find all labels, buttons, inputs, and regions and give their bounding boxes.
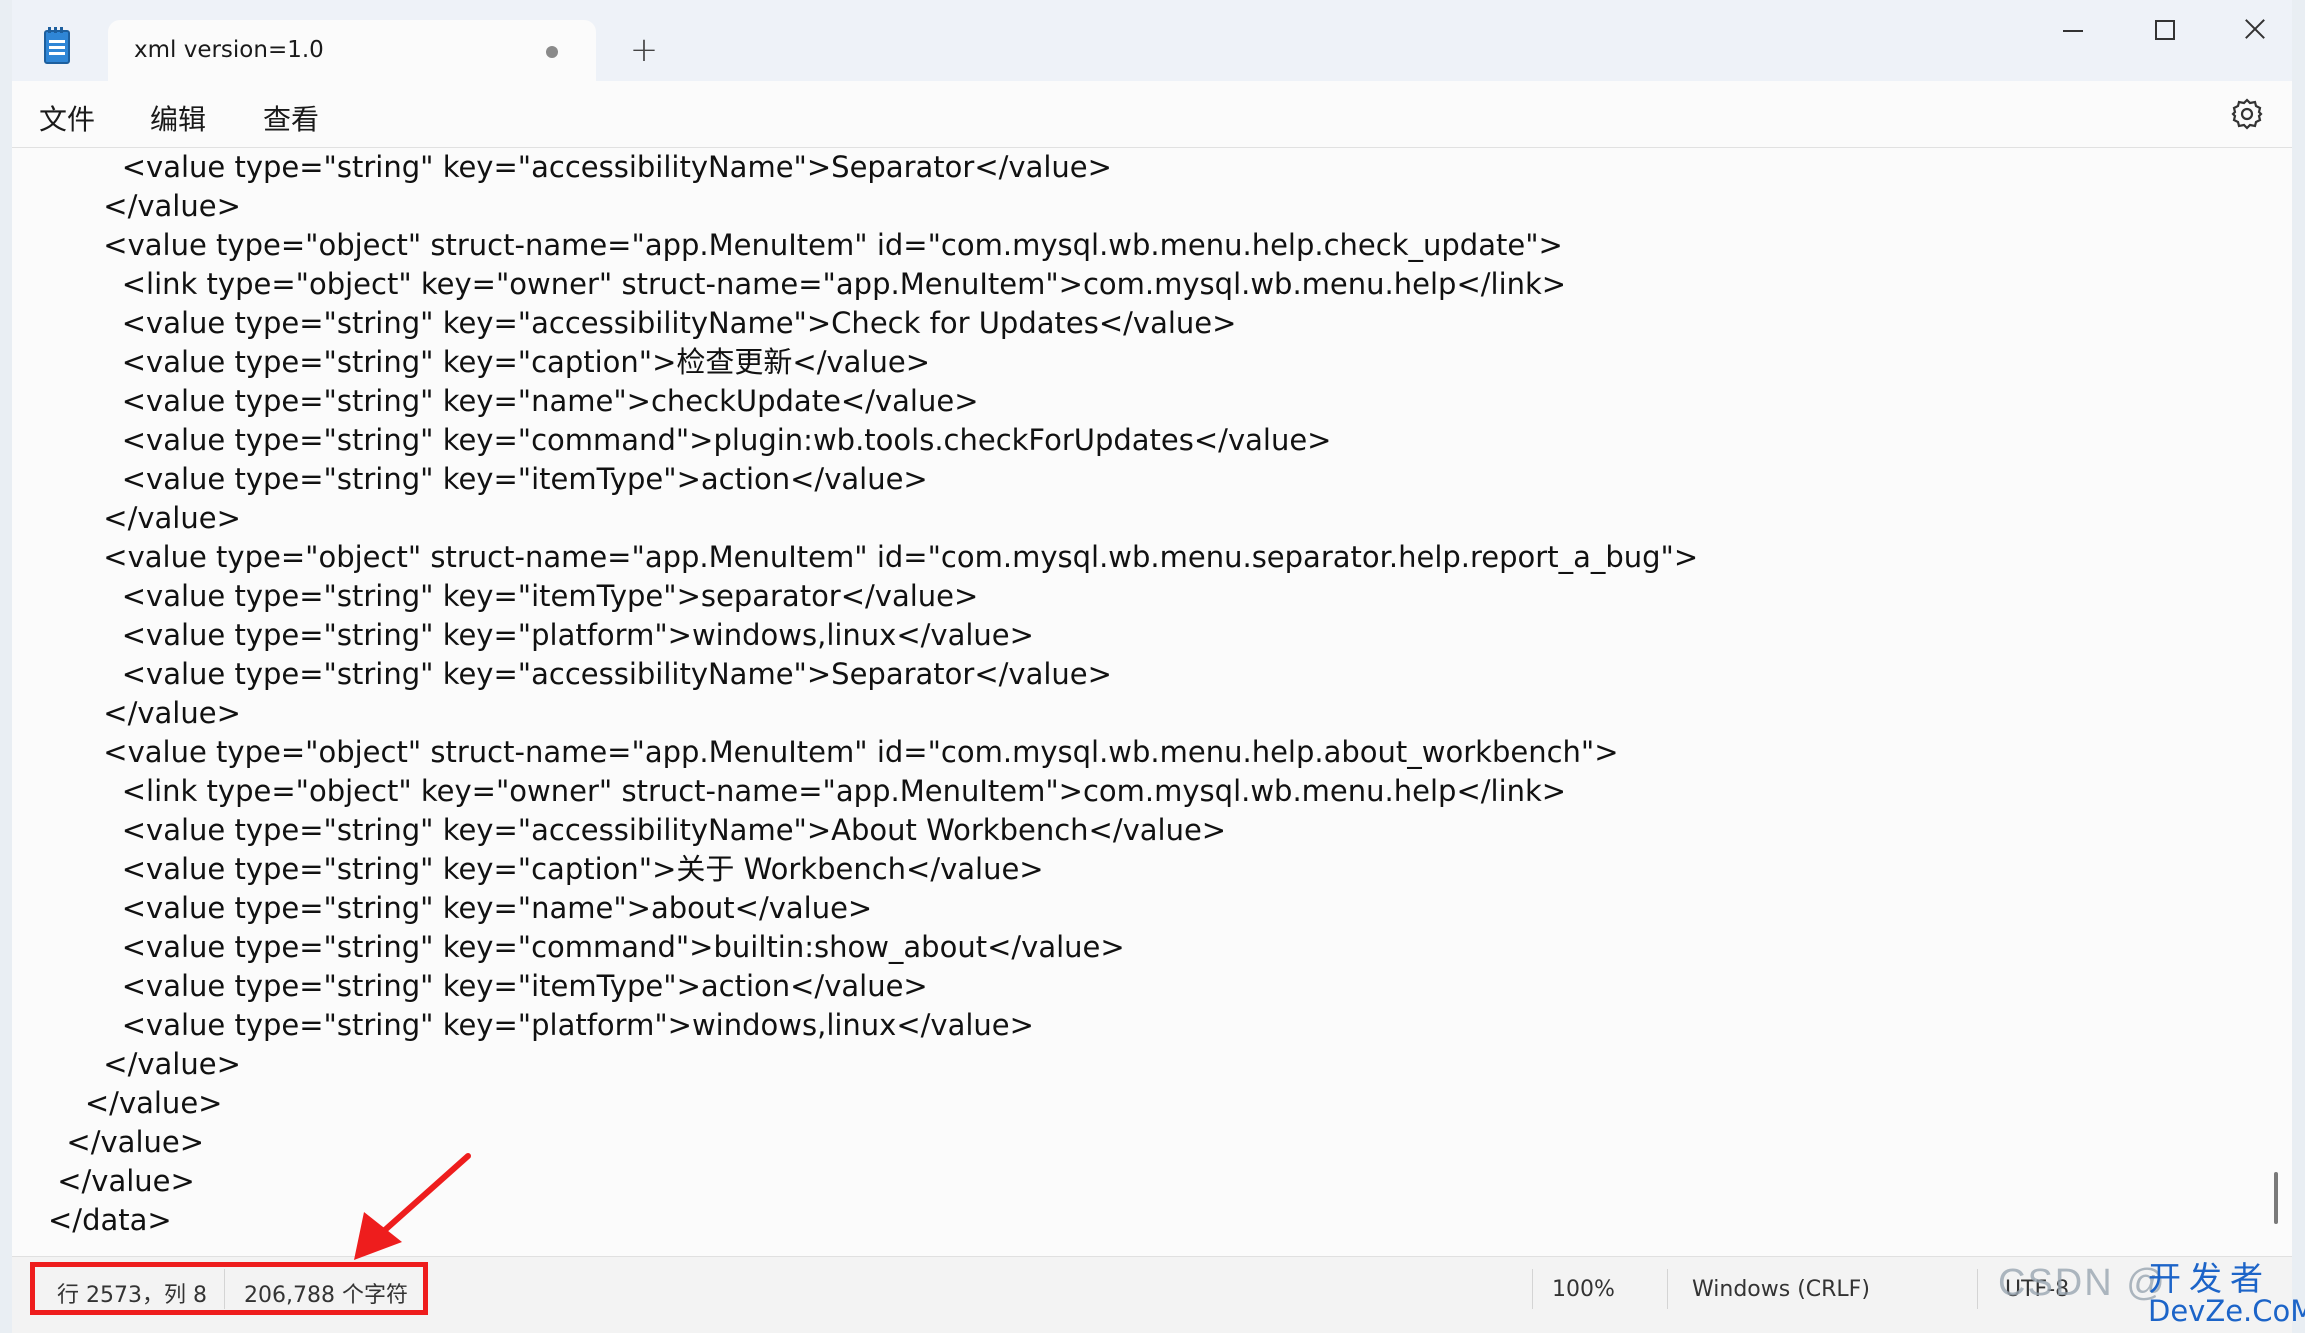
code-line: </value> [48, 696, 241, 730]
code-line: <value type="string" key="accessibilityN… [48, 150, 1112, 184]
code-line: <link type="object" key="owner" struct-n… [48, 267, 1567, 301]
code-line: <value type="object" struct-name="app.Me… [48, 228, 1563, 262]
code-line: <value type="string" key="caption">关于 Wo… [48, 852, 1044, 886]
code-line: <link type="object" key="owner" struct-n… [48, 774, 1567, 808]
zoom-level[interactable]: 100% [1552, 1277, 1615, 1302]
watermark-brand-logo: 开发者 DevZe.CoM [2148, 1259, 2305, 1328]
watermark-csdn: CSDN @ [1998, 1262, 2167, 1304]
code-line: <value type="object" struct-name="app.Me… [48, 540, 1699, 574]
close-button[interactable] [2226, 10, 2286, 50]
code-line: <value type="string" key="name">checkUpd… [48, 384, 979, 418]
code-line: <value type="string" key="itemType">acti… [48, 462, 928, 496]
code-line: <value type="string" key="platform">wind… [48, 1008, 1034, 1042]
code-line: <value type="string" key="accessibilityN… [48, 657, 1112, 691]
code-line: <value type="string" key="caption">检查更新<… [48, 345, 930, 379]
annotation-highlight-box [30, 1262, 428, 1315]
status-divider [1532, 1269, 1533, 1309]
code-line: <value type="string" key="name">about</v… [48, 891, 873, 925]
maximize-button[interactable] [2134, 10, 2194, 50]
title-bar: xml version=1.0 + [12, 0, 2292, 81]
watermark-brand-cn: 开发者 [2148, 1259, 2271, 1298]
annotation-arrow-icon [354, 1153, 471, 1260]
code-line: <value type="string" key="command">built… [48, 930, 1125, 964]
code-line: </value> [48, 501, 241, 535]
vertical-scrollbar[interactable] [2274, 1172, 2278, 1224]
code-line: <value type="string" key="accessibilityN… [48, 813, 1227, 847]
tab-title: xml version=1.0 [134, 37, 324, 63]
gear-icon[interactable] [2227, 94, 2267, 134]
unsaved-dot-icon[interactable] [546, 46, 558, 58]
new-tab-button[interactable]: + [624, 30, 664, 70]
text-editor[interactable]: <value type="string" key="accessibilityN… [12, 148, 2292, 1256]
code-line: </data> [48, 1203, 172, 1237]
code-line: </value> [48, 1086, 223, 1120]
notepad-window: xml version=1.0 + 文件 编辑 查看 <value type="… [12, 0, 2292, 1333]
code-line: </value> [48, 189, 241, 223]
code-line: <value type="string" key="accessibilityN… [48, 306, 1237, 340]
code-line: <value type="string" key="itemType">acti… [48, 969, 928, 1003]
notepad-icon [44, 27, 70, 64]
code-line: </value> [48, 1047, 241, 1081]
menu-edit[interactable]: 编辑 [150, 98, 206, 138]
watermark-brand-en: DevZe.CoM [2148, 1294, 2305, 1328]
code-line: <value type="string" key="platform">wind… [48, 618, 1034, 652]
status-divider [1977, 1269, 1978, 1309]
code-line: <value type="string" key="command">plugi… [48, 423, 1332, 457]
line-ending[interactable]: Windows (CRLF) [1692, 1277, 1870, 1302]
menu-file[interactable]: 文件 [39, 98, 95, 138]
minimize-button[interactable] [2042, 10, 2102, 50]
code-line: </value> [48, 1125, 205, 1159]
status-divider [1667, 1269, 1668, 1309]
code-line: <value type="string" key="itemType">sepa… [48, 579, 979, 613]
tab-document[interactable]: xml version=1.0 [108, 20, 596, 81]
menu-view[interactable]: 查看 [263, 98, 319, 138]
menu-bar: 文件 编辑 查看 [12, 81, 2292, 148]
editor-content[interactable]: <value type="string" key="accessibilityN… [48, 148, 1698, 1240]
code-line: </value> [48, 1164, 195, 1198]
code-line: <value type="object" struct-name="app.Me… [48, 735, 1619, 769]
